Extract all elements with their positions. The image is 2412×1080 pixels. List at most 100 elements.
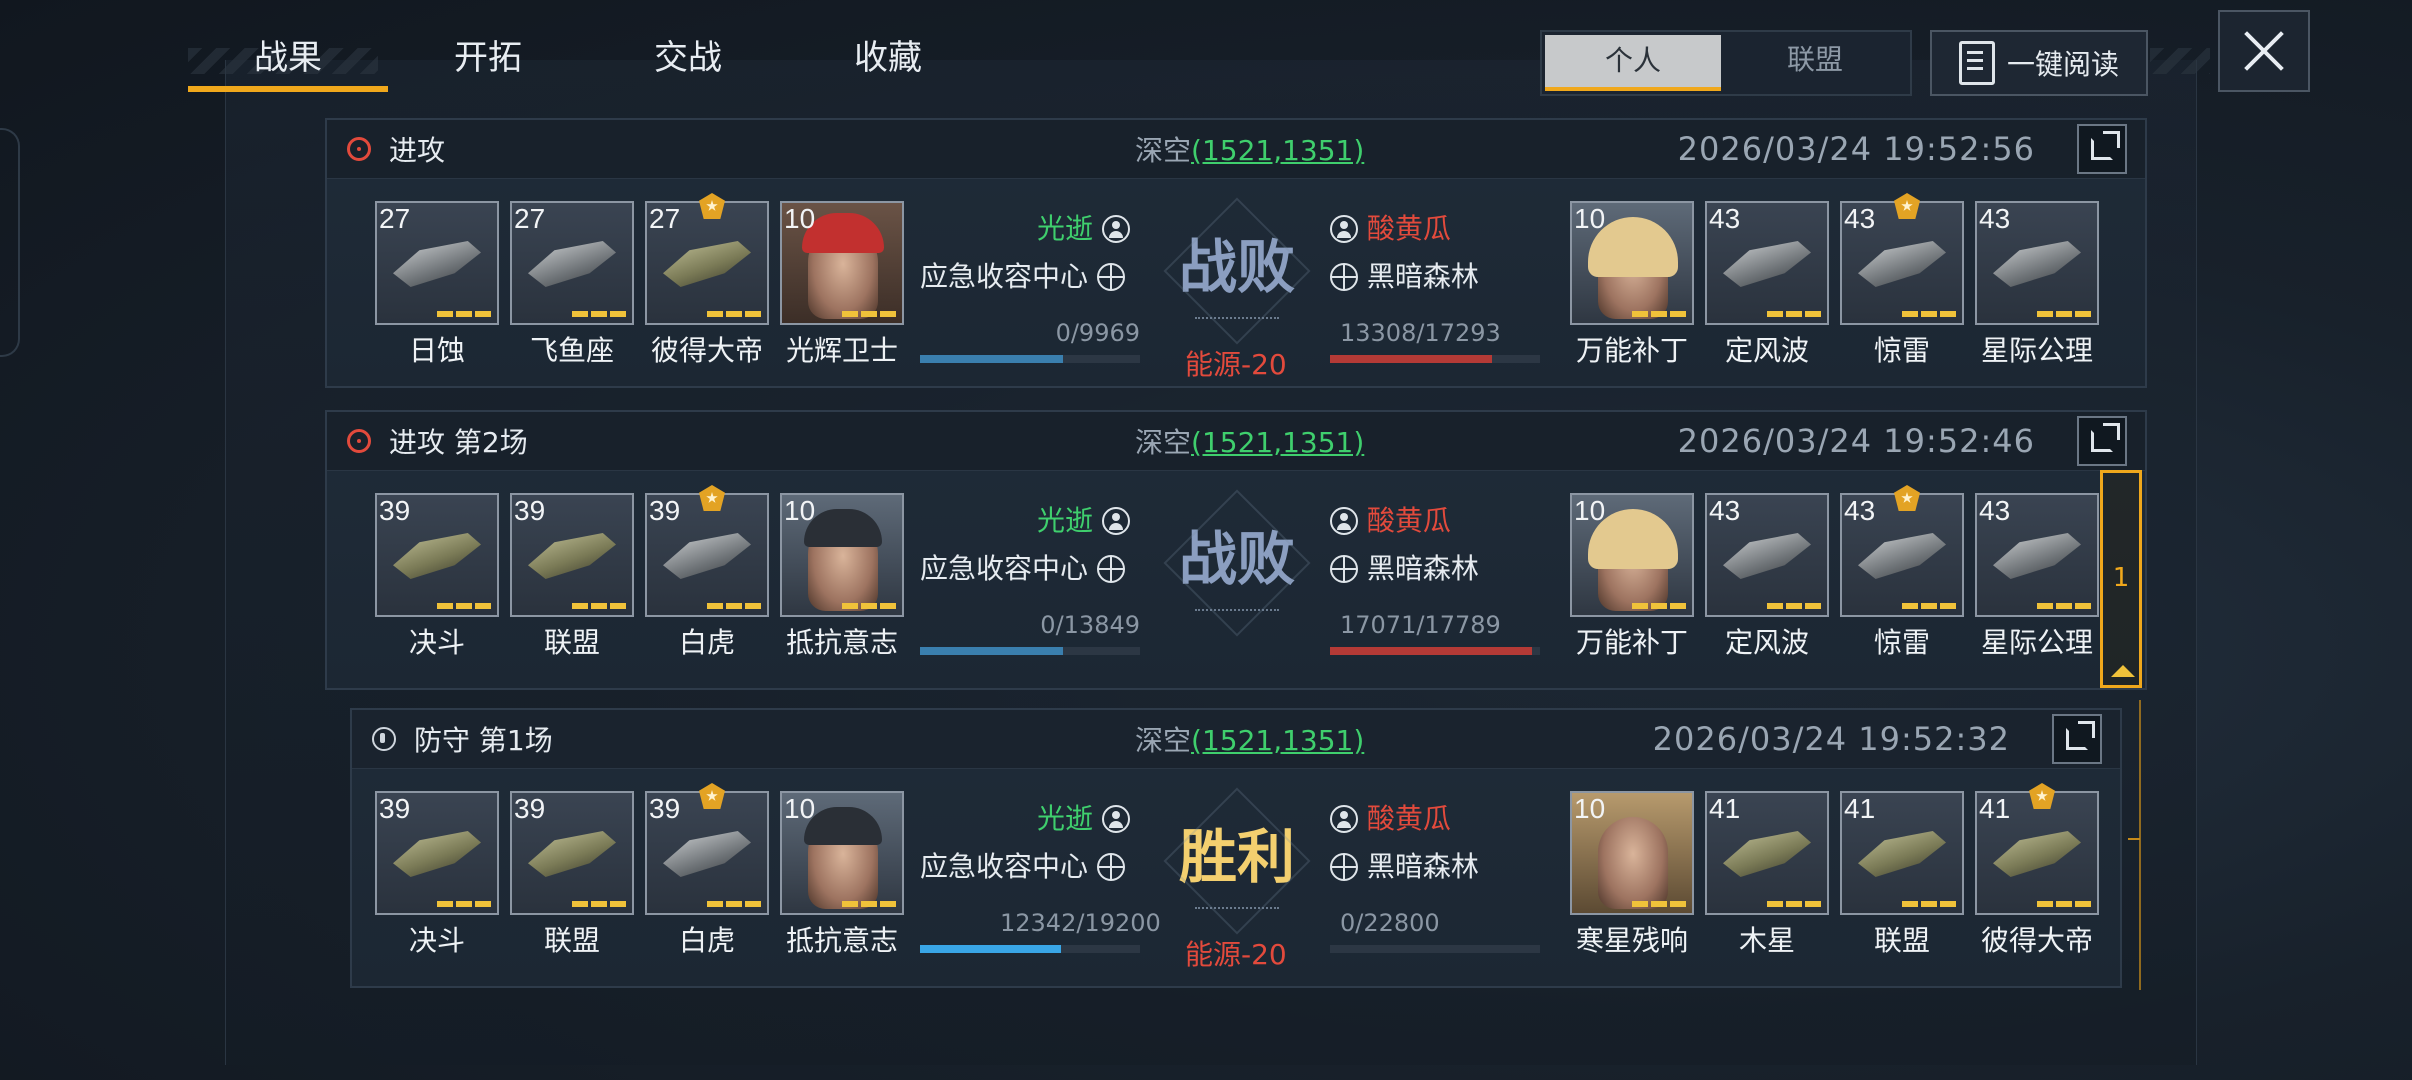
unit-rank-bars <box>1767 603 1821 609</box>
unit-rank-bars <box>707 901 761 907</box>
battle-report-card[interactable]: 防守 第1场 深空(1521,1351) 2026/03/24 19:52:32… <box>350 708 2122 988</box>
unit-rank-bars <box>437 311 491 317</box>
ship-icon <box>528 533 616 579</box>
unit-card[interactable]: 39 <box>375 493 499 617</box>
battle-result: 胜利 <box>1177 799 1297 919</box>
ship-icon <box>1993 831 2081 877</box>
unit-card[interactable]: 43 <box>1975 201 2099 325</box>
unit-name: 彼得大帝 <box>650 334 763 367</box>
unit-card[interactable]: 41 <box>1705 791 1829 915</box>
unit-card[interactable]: 10 <box>1570 201 1694 325</box>
unit-card[interactable]: 10 <box>1570 791 1694 915</box>
battle-report-card[interactable]: 进攻 深空(1521,1351) 2026/03/24 19:52:56 27 … <box>325 118 2147 388</box>
unit-card[interactable]: 39 <box>645 493 769 617</box>
tab-explore[interactable]: 开拓 <box>388 28 588 94</box>
right-player[interactable]: 酸黄瓜 <box>1330 797 1451 837</box>
ship-icon <box>663 533 751 579</box>
battle-location: 深空(1521,1351) <box>1135 129 1364 169</box>
unit-card[interactable]: 43 <box>1705 201 1829 325</box>
ship-icon <box>1723 831 1811 877</box>
scroll-track <box>2139 700 2141 990</box>
right-player-name: 酸黄瓜 <box>1366 504 1451 537</box>
page-indicator[interactable]: 1 <box>2100 470 2142 688</box>
unit-level: 39 <box>514 495 546 526</box>
unit-card[interactable]: 27 <box>375 201 499 325</box>
left-player[interactable]: 光逝 <box>1037 207 1130 247</box>
location-coord-link[interactable]: (1521,1351) <box>1191 724 1364 757</box>
share-button[interactable] <box>2052 714 2102 764</box>
unit-card[interactable]: 43 <box>1840 493 1964 617</box>
unit-name: 彼得大帝 <box>1980 924 2093 957</box>
right-player[interactable]: 酸黄瓜 <box>1330 207 1451 247</box>
scope-toggle: 个人 联盟 <box>1540 30 1912 96</box>
scope-personal-button[interactable]: 个人 <box>1545 35 1721 91</box>
unit-rank-bars <box>1767 901 1821 907</box>
ship-icon <box>528 831 616 877</box>
flagship-star-icon <box>2029 783 2055 809</box>
unit-level: 10 <box>784 203 816 234</box>
unit-name: 定风波 <box>1724 626 1809 659</box>
unit-name: 白虎 <box>678 626 735 659</box>
globe-icon <box>1330 853 1358 881</box>
battle-report-card[interactable]: 进攻 第2场 深空(1521,1351) 2026/03/24 19:52:46… <box>325 410 2147 690</box>
unit-card[interactable]: 43 <box>1705 493 1829 617</box>
unit-card[interactable]: 10 <box>780 493 904 617</box>
unit-card[interactable]: 43 <box>1840 201 1964 325</box>
battle-time: 2026/03/24 19:52:32 <box>1652 720 2010 758</box>
close-icon <box>2242 29 2286 73</box>
globe-icon <box>1096 263 1125 291</box>
left-hp-fill <box>920 355 1063 363</box>
unit-card[interactable]: 41 <box>1840 791 1964 915</box>
tab-results[interactable]: 战果 <box>188 28 388 94</box>
unit-card[interactable]: 10 <box>780 791 904 915</box>
location-coord-link[interactable]: (1521,1351) <box>1191 134 1364 167</box>
hero-portrait-icon <box>1598 817 1668 909</box>
share-button[interactable] <box>2077 416 2127 466</box>
ship-icon <box>1723 241 1811 287</box>
unit-name: 联盟 <box>543 924 600 957</box>
side-edge-tab[interactable] <box>0 128 20 357</box>
battle-title: 进攻 第2场 <box>389 426 528 459</box>
unit-card[interactable]: 27 <box>645 201 769 325</box>
unit-card[interactable]: 39 <box>375 791 499 915</box>
read-all-label: 一键阅读 <box>2006 48 2119 81</box>
share-button[interactable] <box>2077 124 2127 174</box>
crosshair-icon <box>347 429 371 453</box>
tab-battle[interactable]: 交战 <box>588 28 788 94</box>
left-player-name: 光逝 <box>1037 212 1094 245</box>
left-player[interactable]: 光逝 <box>1037 499 1130 539</box>
unit-level: 43 <box>1709 495 1741 526</box>
unit-card[interactable]: 41 <box>1975 791 2099 915</box>
unit-rank-bars <box>437 603 491 609</box>
unit-name: 白虎 <box>678 924 735 957</box>
unit-card[interactable]: 39 <box>510 493 634 617</box>
unit-level: 39 <box>649 495 681 526</box>
unit-level: 41 <box>1709 793 1741 824</box>
left-guild-name: 应急收容中心 <box>920 260 1089 293</box>
unit-card[interactable]: 10 <box>1570 493 1694 617</box>
scroll-tick <box>2128 838 2140 840</box>
close-button[interactable] <box>2218 10 2310 92</box>
unit-card[interactable]: 39 <box>645 791 769 915</box>
ship-icon <box>1858 241 1946 287</box>
unit-card[interactable]: 27 <box>510 201 634 325</box>
read-all-button[interactable]: 一键阅读 <box>1930 30 2148 96</box>
unit-rank-bars <box>707 311 761 317</box>
scroll-up-icon[interactable] <box>2111 665 2135 677</box>
document-check-icon <box>1958 41 1995 85</box>
unit-rank-bars <box>2037 311 2091 317</box>
scope-alliance-button[interactable]: 联盟 <box>1724 32 1906 90</box>
unit-card[interactable]: 39 <box>510 791 634 915</box>
location-coord-link[interactable]: (1521,1351) <box>1191 426 1364 459</box>
hero-portrait-icon <box>802 213 884 319</box>
left-guild: 应急收容中心 <box>920 255 1125 295</box>
right-player[interactable]: 酸黄瓜 <box>1330 499 1451 539</box>
unit-level: 41 <box>1844 793 1876 824</box>
unit-card[interactable]: 10 <box>780 201 904 325</box>
unit-card[interactable]: 43 <box>1975 493 2099 617</box>
tab-favorites[interactable]: 收藏 <box>788 28 988 94</box>
unit-name: 木星 <box>1738 924 1795 957</box>
left-player[interactable]: 光逝 <box>1037 797 1130 837</box>
battle-result: 战败 <box>1177 501 1297 621</box>
energy-cost: 能源-20 <box>1185 938 1287 971</box>
